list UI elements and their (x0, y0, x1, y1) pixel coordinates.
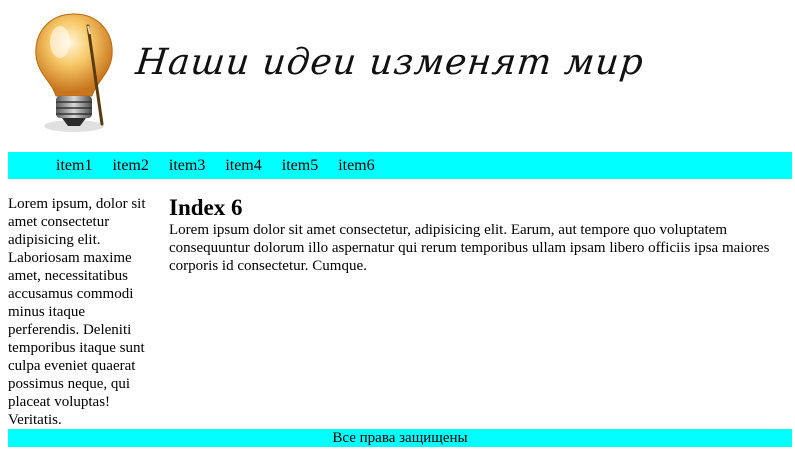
nav-item-1[interactable]: item1 (56, 157, 92, 175)
sidebar-text: Lorem ipsum, dolor sit amet consectetur … (8, 196, 146, 428)
lightbulb-icon (35, 13, 113, 132)
nav-item-4[interactable]: item4 (225, 157, 261, 175)
site-footer: Все права защищены (8, 429, 792, 447)
nav-item-5[interactable]: item5 (282, 157, 318, 175)
nav-list: item1 item2 item3 item4 item5 item6 (8, 152, 792, 179)
nav-item-3[interactable]: item3 (169, 157, 205, 175)
site-header: Наши идеи изменят мир (8, 0, 792, 152)
page: Наши идеи изменят мир item1 item2 item3 … (0, 0, 795, 459)
page-heading: Index 6 (169, 195, 243, 220)
main-content: Index 6 Lorem ipsum dolor sit amet conse… (169, 195, 787, 275)
site-title: Наши идеи изменят мир (133, 42, 646, 83)
nav-item-2[interactable]: item2 (112, 157, 148, 175)
main-nav: item1 item2 item3 item4 item5 item6 (8, 152, 792, 179)
main-paragraph: Lorem ipsum dolor sit amet consectetur, … (169, 222, 770, 274)
nav-item-6[interactable]: item6 (338, 157, 374, 175)
